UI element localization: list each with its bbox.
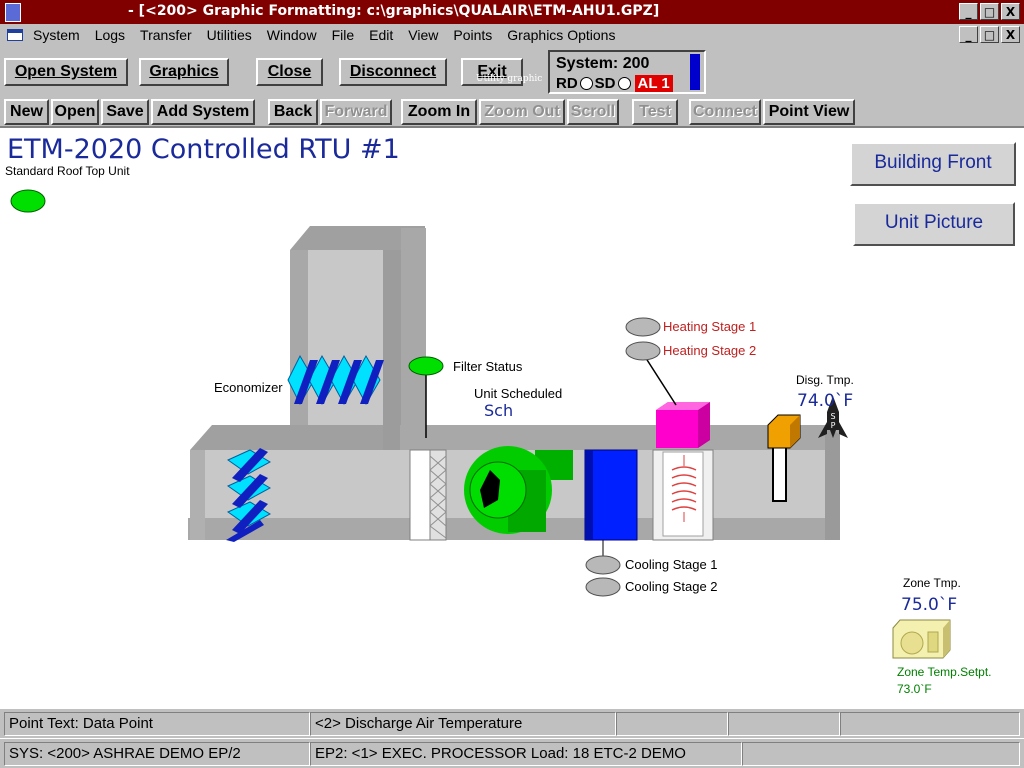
graphics-toolbar: New Open Save Add System Back Forward Zo… (0, 94, 1024, 128)
menu-utilities[interactable]: Utilities (207, 27, 252, 43)
point-text-field: Point Text: Data Point (4, 712, 310, 736)
system-status-panel: System: 200 RD SD AL 1 (548, 50, 706, 94)
building-front-button[interactable]: Building Front (850, 142, 1016, 186)
menu-edit[interactable]: Edit (369, 27, 393, 43)
menu-view[interactable]: View (408, 27, 438, 43)
unit-picture-button[interactable]: Unit Picture (853, 202, 1015, 246)
test-button[interactable]: Test (632, 99, 678, 125)
open-system-button[interactable]: Open System (4, 58, 128, 86)
status-bar-2: SYS: <200> ASHRAE DEMO EP/2 EP2: <1> EXE… (0, 738, 1024, 768)
point-view-button[interactable]: Point View (763, 99, 855, 125)
heating-stage-2-label: Heating Stage 2 (663, 343, 757, 358)
system-label: System: 200 (556, 55, 650, 72)
discharge-temp-value[interactable]: 74.0`F (797, 391, 853, 411)
open-button[interactable]: Open (51, 99, 99, 125)
economizer-label: Economizer (214, 380, 283, 395)
cooling-stage-2-label: Cooling Stage 2 (625, 579, 718, 594)
zone-temp-value[interactable]: 75.0`F (901, 595, 957, 615)
main-toolbar: Open System Graphics Close Disconnect Ex… (0, 46, 1024, 94)
add-system-button[interactable]: Add System (151, 99, 255, 125)
status-bar-1: Point Text: Data Point <2> Discharge Air… (0, 708, 1024, 738)
sd-indicator-icon (617, 77, 631, 90)
disconnect-button[interactable]: Disconnect (339, 58, 447, 86)
menu-bar: System Logs Transfer Utilities Window Fi… (0, 24, 1024, 46)
discharge-temp-label: Disg. Tmp. (796, 373, 854, 387)
sd-label: SD (594, 75, 616, 92)
status-cell-empty-2 (728, 712, 840, 736)
rd-indicator-icon (579, 77, 593, 90)
cooling-stage-1-label: Cooling Stage 1 (625, 557, 718, 572)
title-bar: - [<200> Graphic Formatting: c:\graphics… (0, 0, 1024, 24)
exit-tooltip-overlay: Utility graphic (476, 74, 543, 84)
menu-transfer[interactable]: Transfer (140, 27, 192, 43)
status-cell-empty-1 (616, 712, 728, 736)
graphic-subtitle: Standard Roof Top Unit (5, 164, 130, 178)
processor-status-field: EP2: <1> EXEC. PROCESSOR Load: 18 ETC-2 … (310, 742, 742, 766)
heating-stage-1-label: Heating Stage 1 (663, 319, 757, 334)
menu-system[interactable]: System (33, 27, 80, 43)
scroll-button[interactable]: Scroll (567, 99, 619, 125)
status-cell-empty-3 (840, 712, 1020, 736)
menu-window[interactable]: Window (267, 27, 317, 43)
graphics-button[interactable]: Graphics (139, 58, 229, 86)
restore-button[interactable]: □ (980, 3, 999, 20)
minimize-button[interactable]: _ (959, 3, 978, 20)
zone-setpoint-label: Zone Temp.Setpt. (897, 665, 992, 679)
zone-setpoint-value[interactable]: 73.0`F (897, 682, 932, 696)
status-indicator-bar (690, 54, 700, 90)
menu-points[interactable]: Points (453, 27, 492, 43)
zoom-in-button[interactable]: Zoom In (401, 99, 477, 125)
connect-button[interactable]: Connect (689, 99, 761, 125)
zoom-out-button[interactable]: Zoom Out (479, 99, 565, 125)
menu-graphics-options[interactable]: Graphics Options (507, 27, 615, 43)
system-status-field: SYS: <200> ASHRAE DEMO EP/2 (4, 742, 310, 766)
zone-temp-label: Zone Tmp. (903, 576, 961, 590)
save-button[interactable]: Save (101, 99, 149, 125)
document-menu-icon[interactable] (7, 29, 23, 41)
filter-status-label: Filter Status (453, 359, 523, 374)
unit-scheduled-value[interactable]: Sch (484, 401, 513, 420)
menu-logs[interactable]: Logs (95, 27, 125, 43)
window-title: - [<200> Graphic Formatting: c:\graphics… (128, 3, 660, 19)
new-button[interactable]: New (4, 99, 49, 125)
doc-close-button[interactable]: X (1001, 26, 1020, 43)
alarm-badge[interactable]: AL 1 (634, 75, 673, 92)
doc-minimize-button[interactable]: _ (959, 26, 978, 43)
unit-scheduled-label: Unit Scheduled (474, 386, 563, 401)
doc-restore-button[interactable]: □ (980, 26, 999, 43)
graphic-title: ETM-2020 Controlled RTU #1 (7, 134, 400, 165)
menu-file[interactable]: File (332, 27, 355, 43)
status-cell-empty-4 (742, 742, 1020, 766)
point-description-field: <2> Discharge Air Temperature (310, 712, 616, 736)
close-button[interactable]: X (1001, 3, 1020, 20)
back-button[interactable]: Back (268, 99, 318, 125)
app-menu-icon[interactable] (5, 3, 21, 22)
close-system-button[interactable]: Close (256, 58, 323, 86)
rd-label: RD (556, 75, 578, 92)
forward-button[interactable]: Forward (320, 99, 392, 125)
